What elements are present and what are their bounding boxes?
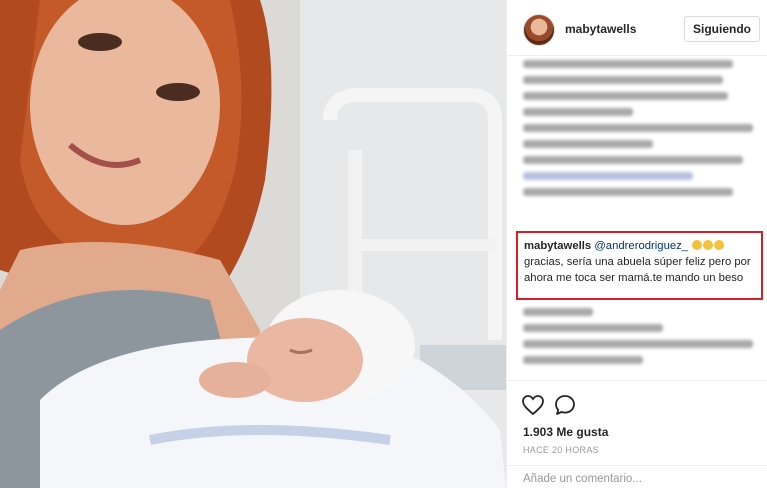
post-sidebar: mabytawells Siguiendo mabytawells @andre… — [506, 0, 767, 488]
username[interactable]: mabytawells — [565, 22, 636, 36]
comment-mention[interactable]: @andrerodriguez_ — [594, 240, 688, 252]
comments-list-blurred — [523, 60, 761, 204]
post-actions: 1.903 Me gusta HACE 20 HORAS — [507, 380, 767, 488]
post-photo — [0, 0, 506, 488]
highlighted-comment-text: mabytawells @andrerodriguez_ gracias, se… — [524, 238, 756, 286]
add-comment-area — [507, 465, 767, 488]
comment-body: gracias, sería una abuela súper feliz pe… — [524, 256, 751, 284]
comments-list-blurred-lower — [523, 308, 761, 372]
likes-count[interactable]: 1.903 Me gusta — [523, 425, 608, 439]
blurred-comment — [523, 124, 761, 148]
comment-username[interactable]: mabytawells — [524, 240, 591, 252]
photo-illustration — [0, 0, 506, 488]
emoji-laugh-icon — [691, 240, 725, 252]
blurred-comment — [523, 188, 761, 196]
comment-bubble-icon[interactable] — [553, 393, 577, 417]
post-header: mabytawells Siguiendo — [507, 0, 767, 56]
highlighted-comment: mabytawells @andrerodriguez_ gracias, se… — [516, 231, 763, 300]
heart-icon[interactable] — [521, 393, 545, 417]
comment-input[interactable] — [523, 470, 753, 488]
post-timestamp: HACE 20 HORAS — [523, 445, 599, 455]
avatar[interactable] — [523, 14, 555, 46]
blurred-comment — [523, 60, 761, 116]
following-button[interactable]: Siguiendo — [684, 16, 760, 42]
blurred-comment — [523, 156, 761, 180]
